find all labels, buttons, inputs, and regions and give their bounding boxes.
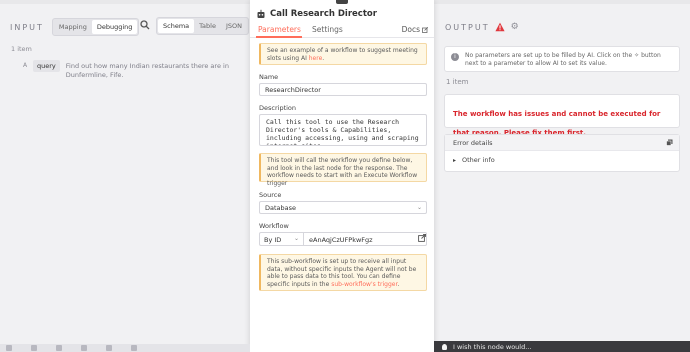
other-info-toggle[interactable]: ▸ Other info — [445, 151, 679, 169]
source-label: Source — [259, 191, 282, 199]
source-value: Database — [265, 204, 297, 212]
ai-params-info: i No parameters are set up to be filled … — [444, 46, 680, 72]
description-label: Description — [259, 104, 297, 112]
output-panel: OUTPUT ⚙ i No parameters are set up to b… — [434, 4, 690, 344]
ai-params-text: No parameters are set up to be filled by… — [465, 52, 661, 67]
chevron-down-icon: ⌄ — [293, 235, 299, 242]
chevron-down-icon: ⌄ — [416, 204, 422, 211]
description-textarea[interactable]: Call this tool to use the Research Direc… — [259, 114, 427, 146]
modal-tabs: Parameters Settings Docs — [250, 22, 434, 38]
external-link-icon — [422, 26, 428, 33]
reset-zoom-icon[interactable] — [81, 345, 87, 351]
workflow-mode-select[interactable]: By ID ⌄ — [259, 232, 304, 246]
info-icon: i — [451, 53, 459, 61]
workflow-mode-value: By ID — [264, 236, 282, 244]
node-settings-modal: Call Research Director Parameters Settin… — [250, 0, 434, 352]
output-header: OUTPUT ⚙ — [445, 22, 519, 32]
string-type-icon: A — [23, 62, 28, 69]
other-info-label: Other info — [462, 156, 495, 164]
feedback-bar[interactable]: I wish this node would... — [434, 341, 690, 352]
input-header: INPUT Mapping Debugging — [10, 18, 140, 36]
schema-field[interactable]: A query Find out how many Indian restaur… — [23, 60, 266, 80]
warning-icon — [495, 22, 505, 32]
source-select[interactable]: Database ⌄ — [259, 201, 427, 214]
docs-link[interactable]: Docs — [402, 25, 428, 34]
chevron-right-icon: ▸ — [453, 156, 457, 164]
feedback-text: I wish this node would... — [453, 342, 532, 351]
copy-icon[interactable] — [666, 139, 673, 146]
output-item-count: 1 item — [446, 78, 469, 86]
error-details-label: Error details — [453, 139, 493, 147]
workflow-label: Workflow — [259, 222, 289, 230]
clear-icon[interactable] — [131, 345, 137, 351]
active-tab-indicator — [256, 36, 302, 38]
mode-toggle: Mapping Debugging — [51, 18, 140, 36]
name-label: Name — [259, 73, 279, 81]
workflow-selector: By ID ⌄ eAnAqjCzUFPkwFgz — [259, 232, 427, 246]
view-toggle: Schema Table JSON — [156, 17, 249, 35]
error-message: The workflow has issues and cannot be ex… — [453, 110, 661, 137]
example-note: See an example of a workflow to suggest … — [259, 43, 427, 65]
open-workflow-icon[interactable] — [418, 234, 426, 242]
tool-note: This tool will call the workflow you def… — [259, 153, 427, 187]
gear-icon[interactable]: ⚙ — [511, 22, 519, 32]
input-panel: INPUT Mapping Debugging Schema Table JSO… — [0, 4, 250, 344]
tab-parameters[interactable]: Parameters — [258, 25, 301, 34]
tidy-up-icon[interactable] — [106, 345, 112, 351]
subworkflow-note: This sub-workflow is set up to receive a… — [259, 254, 427, 291]
input-title: INPUT — [10, 22, 44, 32]
input-item-count: 1 item — [11, 45, 32, 53]
subworkflow-trigger-link[interactable]: sub-workflow's trigger — [331, 281, 397, 288]
error-box: The workflow has issues and cannot be ex… — [444, 94, 680, 137]
json-tab[interactable]: JSON — [221, 19, 247, 33]
lightbulb-icon — [442, 343, 447, 350]
schema-tab[interactable]: Schema — [158, 19, 195, 33]
node-handle — [336, 0, 348, 4]
workflow-id-input[interactable]: eAnAqjCzUFPkwFgz — [304, 232, 427, 246]
output-title: OUTPUT — [445, 22, 490, 32]
subworkflow-note-suffix: . — [397, 280, 400, 288]
canvas-toolbar — [0, 344, 250, 352]
mapping-tab[interactable]: Mapping — [54, 20, 92, 34]
zoom-fit-icon[interactable] — [6, 345, 12, 351]
example-note-text: See an example of a workflow to suggest … — [267, 47, 418, 62]
zoom-out-icon[interactable] — [56, 345, 62, 351]
zoom-in-icon[interactable] — [31, 345, 37, 351]
modal-header: Call Research Director — [256, 9, 377, 19]
modal-title: Call Research Director — [270, 9, 377, 19]
example-note-suffix: . — [322, 54, 325, 62]
error-details-header[interactable]: Error details — [445, 135, 679, 151]
robot-icon — [257, 9, 265, 18]
example-link[interactable]: here — [309, 55, 323, 62]
tab-settings[interactable]: Settings — [312, 25, 343, 34]
debugging-tab[interactable]: Debugging — [91, 20, 138, 34]
error-details: Error details ▸ Other info — [444, 134, 680, 172]
field-value: Find out how many Indian restaurants the… — [65, 62, 229, 79]
field-key[interactable]: query — [33, 60, 60, 72]
docs-label: Docs — [401, 25, 420, 34]
table-tab[interactable]: Table — [194, 19, 221, 33]
name-input[interactable]: ResearchDirector — [259, 83, 427, 96]
search-icon[interactable] — [140, 20, 150, 30]
